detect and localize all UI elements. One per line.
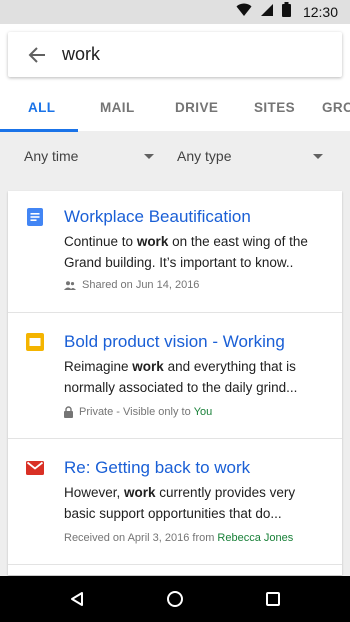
search-header: work ALL MAIL DRIVE SITES GRO bbox=[0, 24, 350, 132]
search-input[interactable]: work bbox=[62, 44, 100, 65]
result-item-1[interactable]: Workplace Beautification Continue to wor… bbox=[8, 191, 342, 312]
visibility-owner: You bbox=[193, 406, 213, 418]
search-box[interactable]: work bbox=[8, 32, 342, 77]
sender-name[interactable]: Rebecca Jones bbox=[217, 532, 293, 544]
system-nav-bar bbox=[0, 576, 350, 622]
type-filter-label: Any type bbox=[177, 148, 232, 164]
tab-all[interactable]: ALL bbox=[28, 84, 55, 129]
result-item-2[interactable]: Bold product vision - Working Reimagine … bbox=[8, 313, 342, 438]
people-icon bbox=[64, 280, 76, 290]
result-tabs: ALL MAIL DRIVE SITES GRO bbox=[0, 84, 350, 132]
back-nav-icon[interactable] bbox=[53, 576, 101, 622]
status-bar: 12:30 bbox=[0, 0, 350, 24]
tab-groups[interactable]: GRO bbox=[322, 84, 350, 129]
time-filter-label: Any time bbox=[24, 148, 79, 164]
status-icons: 12:30 bbox=[236, 0, 338, 24]
tab-sites[interactable]: SITES bbox=[254, 84, 295, 129]
result-item-3[interactable]: Re: Getting back to work However, work c… bbox=[8, 439, 342, 564]
result-snippet: However, work currently provides very ba… bbox=[64, 485, 296, 521]
lock-icon bbox=[64, 406, 73, 418]
recents-nav-icon[interactable] bbox=[249, 576, 297, 622]
type-filter-dropdown[interactable]: Any type bbox=[177, 132, 327, 180]
tab-mail[interactable]: MAIL bbox=[100, 84, 135, 129]
slides-icon bbox=[26, 333, 44, 351]
battery-icon bbox=[281, 2, 291, 22]
tab-drive[interactable]: DRIVE bbox=[175, 84, 218, 129]
result-meta: Private - Visible only to You bbox=[64, 406, 212, 418]
divider bbox=[8, 564, 342, 565]
result-title[interactable]: Bold product vision - Working bbox=[64, 332, 285, 352]
result-snippet: Continue to work on the east wing of the… bbox=[64, 234, 308, 270]
filter-bar: Any time Any type bbox=[0, 132, 350, 180]
signal-icon bbox=[260, 3, 274, 22]
result-meta: Received on April 3, 2016 from Rebecca J… bbox=[64, 532, 294, 544]
arrow-back-icon[interactable] bbox=[26, 44, 48, 66]
status-time: 12:30 bbox=[302, 4, 338, 20]
gmail-icon bbox=[26, 461, 44, 479]
result-title[interactable]: Re: Getting back to work bbox=[64, 458, 250, 478]
result-snippet: Reimagine work and everything that is no… bbox=[64, 359, 298, 395]
wifi-icon bbox=[236, 3, 252, 22]
home-nav-icon[interactable] bbox=[151, 576, 199, 622]
results-list: Workplace Beautification Continue to wor… bbox=[8, 191, 342, 575]
docs-icon bbox=[26, 208, 44, 226]
result-title[interactable]: Workplace Beautification bbox=[64, 207, 251, 227]
time-filter-dropdown[interactable]: Any time bbox=[24, 132, 156, 180]
result-meta: Shared on Jun 14, 2016 bbox=[64, 279, 199, 291]
chevron-down-icon bbox=[313, 154, 323, 159]
chevron-down-icon bbox=[144, 154, 154, 159]
